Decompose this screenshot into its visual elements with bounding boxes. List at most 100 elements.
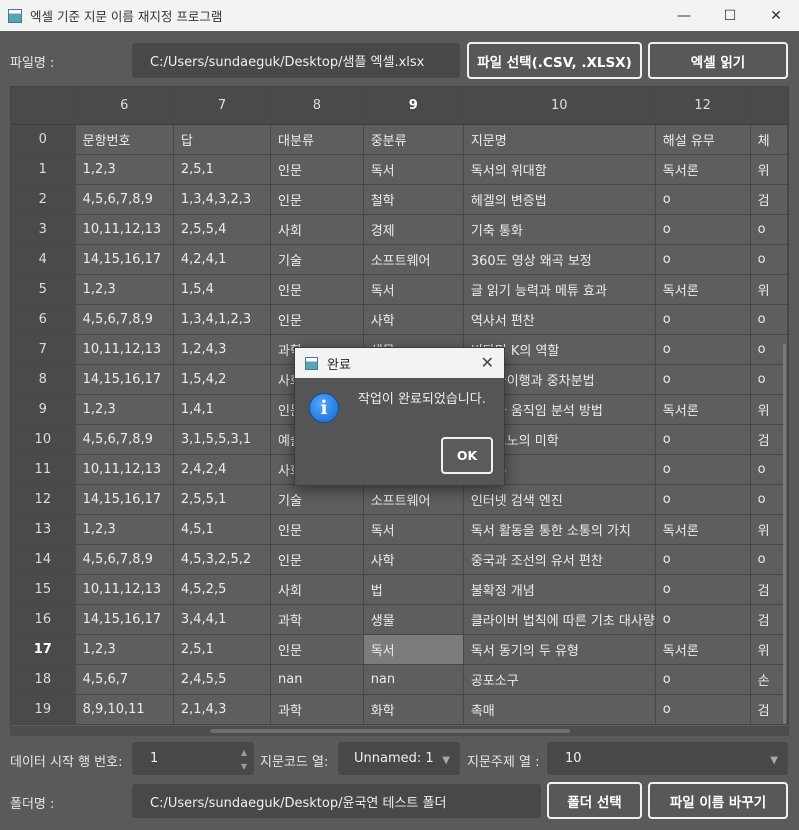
table-row[interactable]: 0 문항번호 답 대분류 중분류 지문명 해설 유무 체 [11,124,788,155]
horizontal-scrollbar[interactable] [10,726,789,736]
table-cell[interactable]: 10,11,12,13 [75,454,174,485]
spin-buttons[interactable]: ▲ ▼ [238,746,250,774]
table-cell[interactable]: o [655,244,751,275]
table-cell[interactable]: 사회 [270,574,364,605]
table-cell[interactable]: 경제 [363,214,464,245]
table-cell[interactable]: 4,5,1 [173,514,272,545]
table-cell[interactable]: 독서론 [655,154,751,185]
table-row[interactable]: 15 10,11,12,13 4,5,2,5 사회 법 불확정 개념 o 검 [11,574,788,605]
table-cell[interactable]: 인문 [270,634,364,665]
table-cell[interactable]: 인문 [270,544,364,575]
row-header[interactable]: 11 [11,454,76,485]
table-cell[interactable]: 문항번호 [75,124,174,155]
row-header[interactable]: 5 [11,274,76,305]
folder-path-field[interactable]: C:/Users/sundaeguk/Desktop/윤국연 테스트 폴더 [132,784,541,818]
row-header[interactable]: 14 [11,544,76,575]
row-header[interactable]: 3 [11,214,76,245]
ok-button[interactable]: OK [441,437,493,474]
table-cell[interactable]: nan [270,664,364,695]
row-header[interactable]: 7 [11,334,76,365]
table-cell[interactable]: 1,2,4,3 [173,334,272,365]
table-cell[interactable]: 인문 [270,154,364,185]
file-select-button[interactable]: 파일 선택(.CSV, .XLSX) [467,42,642,79]
table-row[interactable]: 2 4,5,6,7,8,9 1,3,4,3,2,3 인문 철학 헤겔의 변증법 o 검 [11,184,788,215]
table-cell[interactable]: o [655,604,751,635]
table-cell[interactable]: 4,5,2,5 [173,574,272,605]
column-header[interactable]: 6 [75,87,174,125]
table-cell[interactable]: 사학 [363,544,464,575]
table-row[interactable]: 4 14,15,16,17 4,2,4,1 기술 소프트웨어 360도 영상 왜곡 보정 o… [11,244,788,275]
table-cell[interactable]: 기술 [270,484,364,515]
row-header[interactable]: 13 [11,514,76,545]
table-row[interactable]: 12 14,15,16,17 2,5,5,1 기술 소프트웨어 인터넷 검색 엔진 o o [11,484,788,515]
table-cell[interactable]: 기술 [270,244,364,275]
table-cell[interactable]: 10,11,12,13 [75,214,174,245]
row-header[interactable]: 12 [11,484,76,515]
table-cell[interactable]: 클라이버 법칙에 따른 기초 대사량 [463,604,656,635]
table-cell[interactable]: 2,5,1 [173,154,272,185]
table-cell[interactable]: 4,5,6,7,8,9 [75,544,174,575]
row-header[interactable]: 0 [11,124,76,155]
table-cell[interactable]: o [655,544,751,575]
table-cell[interactable]: 3,4,4,1 [173,604,272,635]
folder-select-button[interactable]: 폴더 선택 [547,782,642,819]
table-cell[interactable]: 지문명 [463,124,656,155]
table-cell[interactable]: 독서 [363,514,464,545]
table-cell[interactable]: 과학 [270,694,364,725]
column-header[interactable]: 9 [363,87,464,125]
table-cell[interactable]: 1,2,3 [75,154,174,185]
table-cell[interactable]: 법 [363,574,464,605]
table-cell[interactable]: 2,1,4,3 [173,694,272,725]
row-header[interactable]: 1 [11,154,76,185]
table-cell[interactable]: 4,5,6,7,8,9 [75,424,174,455]
table-cell[interactable]: 촉매 [463,694,656,725]
maximize-button[interactable]: ☐ [707,0,753,31]
start-row-spinbox[interactable]: 1 ▲ ▼ [132,742,254,775]
row-header[interactable]: 6 [11,304,76,335]
table-cell[interactable]: 독서 활동을 통한 소통의 가치 [463,514,656,545]
table-cell[interactable]: 1,5,4 [173,274,272,305]
table-cell[interactable]: 글 읽기 능력과 메튜 효과 [463,274,656,305]
table-cell[interactable]: 사학 [363,304,464,335]
table-cell[interactable]: 2,5,1 [173,634,272,665]
table-cell[interactable]: 1,4,1 [173,394,272,425]
column-header[interactable]: 8 [270,87,364,125]
table-cell[interactable]: 2,4,2,4 [173,454,272,485]
table-cell[interactable]: 14,15,16,17 [75,244,174,275]
table-cell[interactable]: 14,15,16,17 [75,364,174,395]
table-cell[interactable]: 인문 [270,184,364,215]
table-row[interactable]: 16 14,15,16,17 3,4,4,1 과학 생물 클라이버 법칙에 따른 기초 대… [11,604,788,635]
close-button[interactable]: ✕ [753,0,799,31]
topic-column-dropdown[interactable]: 10 ▼ [547,742,788,775]
row-header[interactable]: 16 [11,604,76,635]
table-cell[interactable]: 인문 [270,514,364,545]
column-header[interactable]: 7 [173,87,272,125]
table-cell[interactable]: 사회 [270,214,364,245]
table-row[interactable]: 1 1,2,3 2,5,1 인문 독서 독서의 위대함 독서론 위 [11,154,788,185]
table-cell[interactable]: 대분류 [270,124,364,155]
horizontal-scroll-thumb[interactable] [210,729,570,733]
table-cell[interactable]: 독서 동기의 두 유형 [463,634,656,665]
table-cell[interactable]: 소프트웨어 [363,244,464,275]
dialog-close-icon[interactable]: ✕ [481,353,494,372]
table-cell[interactable]: 4,5,6,7,8,9 [75,184,174,215]
row-header[interactable]: 4 [11,244,76,275]
table-cell[interactable]: 독서론 [655,634,751,665]
table-cell[interactable]: 중분류 [363,124,464,155]
table-cell[interactable]: 답 [173,124,272,155]
table-cell[interactable]: 2,5,5,1 [173,484,272,515]
table-cell[interactable]: 10,11,12,13 [75,574,174,605]
table-cell[interactable]: nan [363,664,464,695]
spin-up-icon[interactable]: ▲ [238,746,250,760]
file-path-field[interactable]: C:/Users/sundaeguk/Desktop/샘플 엑셀.xlsx [132,43,460,78]
row-header[interactable]: 8 [11,364,76,395]
table-cell[interactable]: o [655,304,751,335]
vertical-scrollbar[interactable] [781,124,788,724]
table-cell[interactable]: o [655,334,751,365]
table-cell[interactable]: 3,1,5,5,3,1 [173,424,272,455]
rename-files-button[interactable]: 파일 이름 바꾸기 [648,782,788,819]
table-cell[interactable]: 독서 [363,274,464,305]
table-cell[interactable]: 독서론 [655,274,751,305]
table-row[interactable]: 5 1,2,3 1,5,4 인문 독서 글 읽기 능력과 메튜 효과 독서론 위 [11,274,788,305]
table-row[interactable]: 6 4,5,6,7,8,9 1,3,4,1,2,3 인문 사학 역사서 편찬 o o [11,304,788,335]
